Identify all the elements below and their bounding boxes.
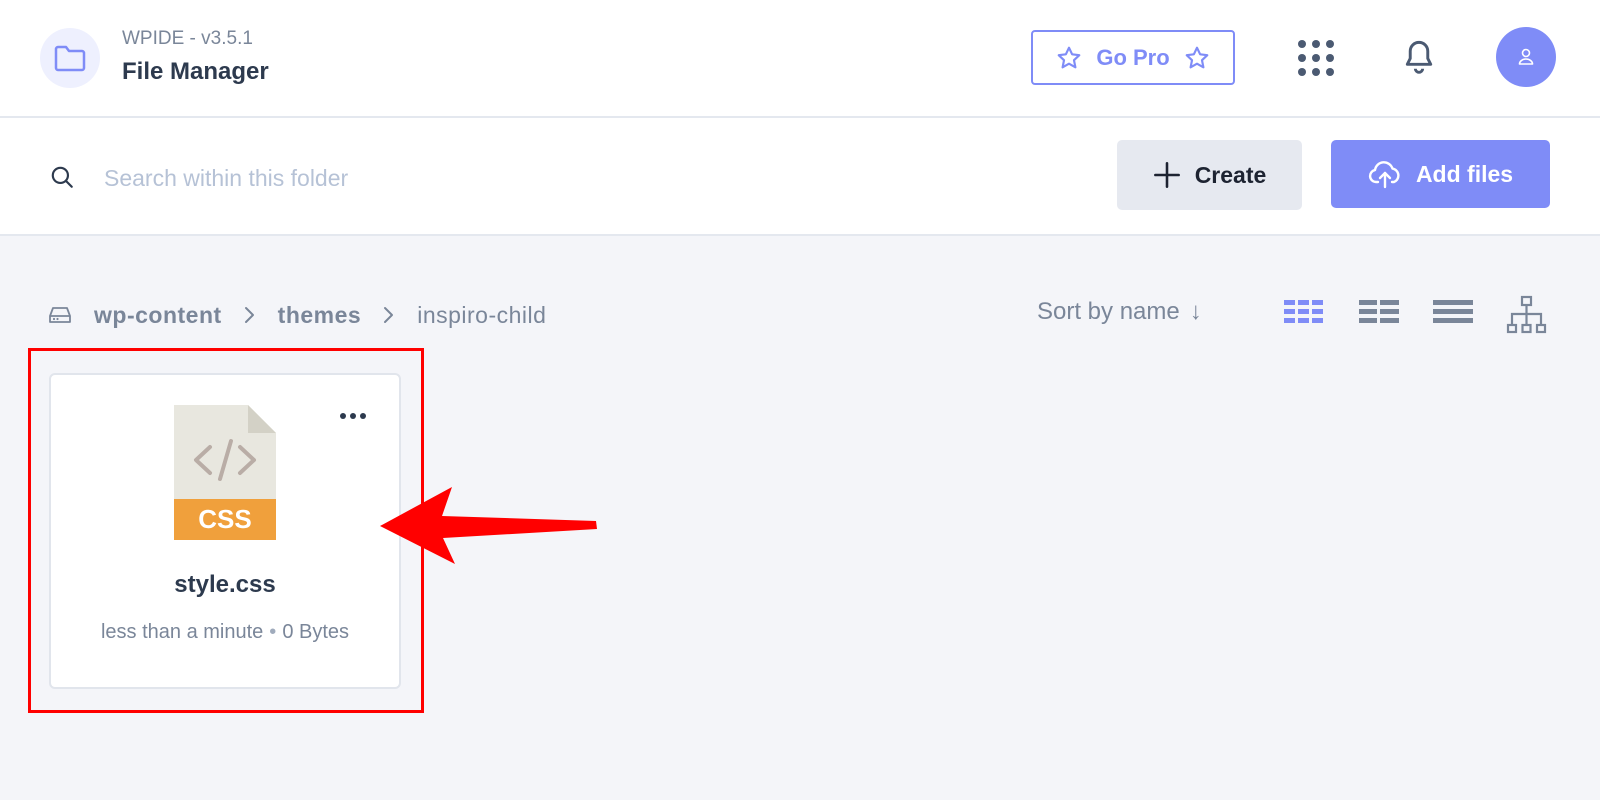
breadcrumb-item-current: inspiro-child <box>417 301 547 328</box>
annotation-arrow <box>380 484 600 571</box>
file-type-label: CSS <box>198 504 252 534</box>
compact-view-icon[interactable] <box>1358 298 1400 331</box>
file-modified: less than a minute <box>100 621 264 643</box>
file-size: 0 Bytes <box>282 621 350 643</box>
arrow-down-icon: ↓ <box>1189 298 1202 325</box>
go-pro-button[interactable]: Go Pro <box>1031 30 1235 85</box>
drive-icon[interactable] <box>48 305 72 325</box>
file-meta: less than a minute • 0 Bytes <box>51 621 399 644</box>
breadcrumb-item-wp-content[interactable]: wp-content <box>94 302 222 329</box>
star-icon <box>1185 46 1209 68</box>
toolbar: Create Add files <box>0 118 1600 236</box>
create-label: Create <box>1194 161 1267 188</box>
file-card[interactable]: CSS style.css less than a minute • 0 Bytes <box>49 373 401 689</box>
css-file-icon: CSS <box>174 405 276 540</box>
cloud-upload-icon <box>1368 161 1400 189</box>
tree-view-icon[interactable] <box>1506 295 1548 340</box>
app-version: WPIDE - v3.5.1 <box>122 28 253 49</box>
user-icon <box>1518 48 1534 65</box>
breadcrumb-item-themes[interactable]: themes <box>278 302 362 329</box>
create-button[interactable]: Create <box>1117 140 1302 210</box>
grid-dots-icon[interactable] <box>1298 40 1334 76</box>
avatar[interactable] <box>1496 27 1556 87</box>
app-logo <box>40 28 100 88</box>
breadcrumb: wp-content themes inspiro-child <box>48 298 546 332</box>
file-name: style.css <box>174 571 276 598</box>
folder-icon <box>54 45 86 72</box>
plus-icon <box>1153 162 1180 188</box>
go-pro-label: Go Pro <box>1096 44 1170 70</box>
search-input[interactable] <box>104 156 704 200</box>
search-icon <box>49 164 75 195</box>
list-view-icon[interactable] <box>1432 298 1474 331</box>
chevron-right-icon <box>383 306 395 324</box>
page-title: File Manager <box>122 58 269 85</box>
grid-view-icon[interactable] <box>1283 298 1325 331</box>
app-header: WPIDE - v3.5.1 File Manager Go Pro <box>0 0 1600 118</box>
bell-icon[interactable] <box>1401 38 1437 81</box>
more-options-icon[interactable] <box>336 409 370 423</box>
separator-dot: • <box>269 621 277 643</box>
chevron-right-icon <box>244 306 256 324</box>
add-files-label: Add files <box>1415 160 1514 187</box>
sort-dropdown[interactable]: Sort by name ↓ <box>1037 298 1202 326</box>
add-files-button[interactable]: Add files <box>1331 140 1550 208</box>
sort-label: Sort by name <box>1037 298 1180 325</box>
star-icon <box>1057 46 1081 68</box>
